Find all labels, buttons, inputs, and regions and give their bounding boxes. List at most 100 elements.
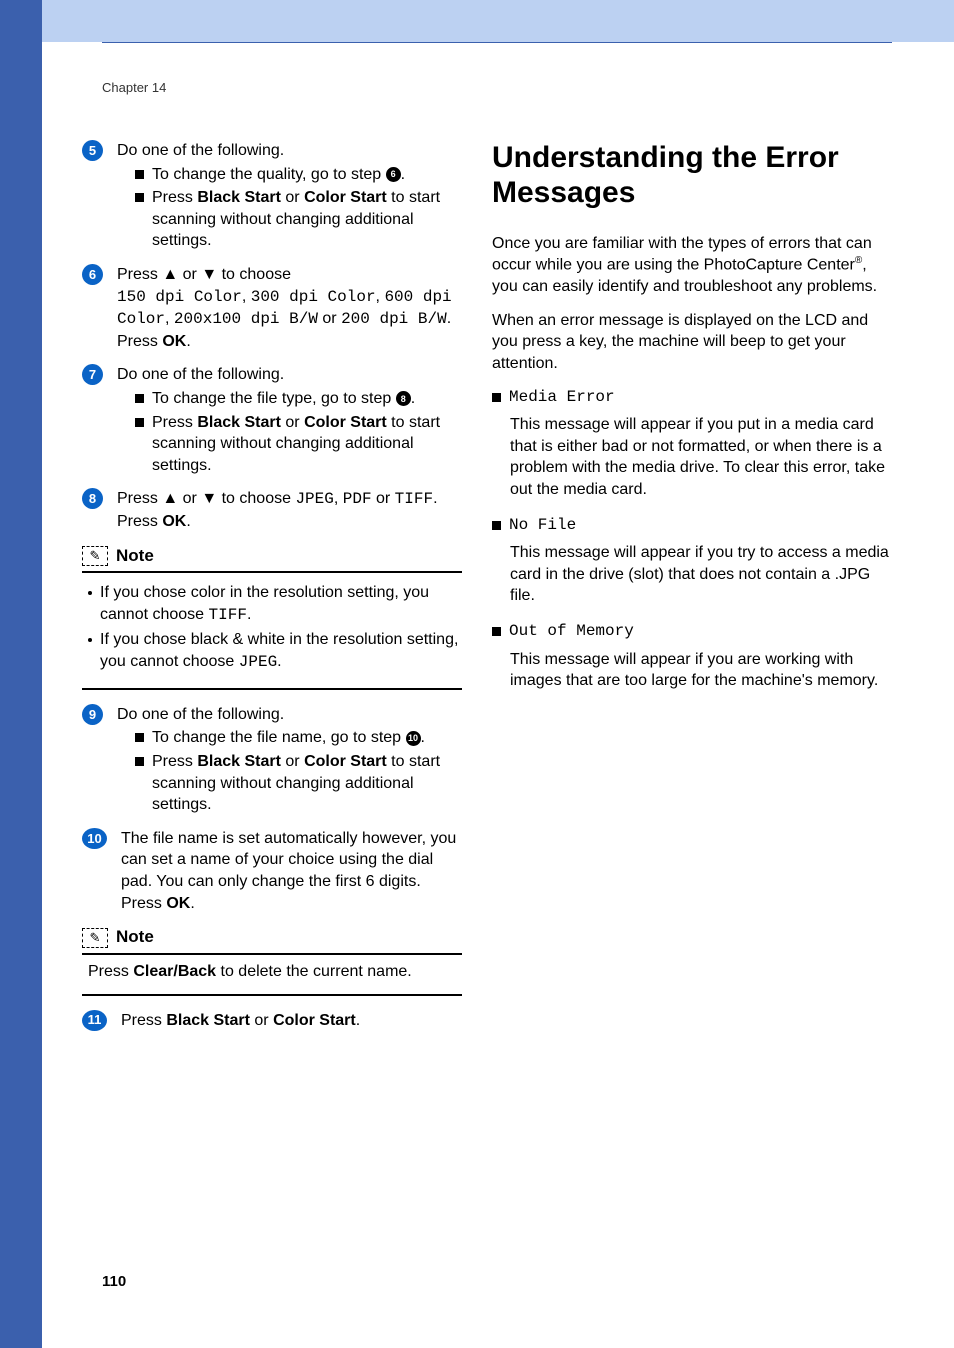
down-arrow-icon: ▼ <box>201 266 217 283</box>
bullet-dot-icon <box>88 638 92 642</box>
text: Once you are familiar with the types of … <box>492 235 872 274</box>
text: to choose <box>217 490 295 507</box>
step-9-opt-a: To change the file name, go to step 10. <box>135 727 462 749</box>
step-5-intro: Do one of the following. <box>117 140 462 162</box>
tiff-label: TIFF <box>209 606 247 624</box>
error-oom: Out of Memory <box>492 621 892 643</box>
bullet-square-icon <box>135 193 144 202</box>
text: or <box>178 490 201 507</box>
step-10-body: The file name is set automatically howev… <box>121 828 462 914</box>
bullet-square-icon <box>135 733 144 742</box>
step-5: 5 Do one of the following. To change the… <box>82 140 462 252</box>
note-rule <box>82 688 462 690</box>
page-number: 110 <box>102 1273 126 1290</box>
step-9-opt-b: Press Black Start or Color Start to star… <box>135 751 462 816</box>
text: or <box>281 189 304 206</box>
option-tiff: TIFF <box>395 490 433 508</box>
text: . <box>186 513 190 530</box>
error-name: Media Error <box>509 387 615 409</box>
color-start-label: Color Start <box>273 1012 356 1029</box>
step-7-opt-b: Press Black Start or Color Start to star… <box>135 412 462 477</box>
step-badge-5: 5 <box>82 140 103 161</box>
text: . <box>356 1012 360 1029</box>
step-badge-10: 10 <box>82 828 107 849</box>
text: . <box>433 490 437 507</box>
left-column: 5 Do one of the following. To change the… <box>82 140 462 1043</box>
black-start-label: Black Start <box>197 189 281 206</box>
intro-paragraph-1: Once you are familiar with the types of … <box>492 233 892 298</box>
note-2: ✎ Note Press Clear/Back to delete the cu… <box>82 926 462 996</box>
text: to delete the current name. <box>216 963 412 980</box>
text: or <box>281 414 304 431</box>
step-badge-6: 6 <box>82 264 103 285</box>
error-body: This message will appear if you are work… <box>492 643 892 702</box>
text: or <box>372 490 395 507</box>
bullet-square-icon <box>135 394 144 403</box>
text: Press <box>117 333 162 350</box>
bullet-square-icon <box>492 393 501 402</box>
step-7: 7 Do one of the following. To change the… <box>82 364 462 476</box>
step-9-intro: Do one of the following. <box>117 704 462 726</box>
step-5-opt-a: To change the quality, go to step 6. <box>135 164 462 186</box>
header-rule <box>102 42 892 43</box>
step-5-body: Do one of the following. To change the q… <box>117 140 462 252</box>
text: Press <box>117 490 162 507</box>
step-ref-10-icon: 10 <box>406 731 421 746</box>
jpeg-label: JPEG <box>239 653 277 671</box>
note-title: Note <box>116 545 154 568</box>
text: , <box>242 288 251 305</box>
option-jpeg: JPEG <box>295 490 333 508</box>
step-9-body: Do one of the following. To change the f… <box>117 704 462 816</box>
error-body: This message will appear if you put in a… <box>492 408 892 510</box>
step-badge-11: 11 <box>82 1010 107 1031</box>
clear-back-label: Clear/Back <box>133 963 216 980</box>
step-badge-7: 7 <box>82 364 103 385</box>
error-nofile: No File <box>492 515 892 537</box>
text: . <box>447 310 451 327</box>
text: To change the file type, go to step <box>152 390 396 407</box>
down-arrow-icon: ▼ <box>201 490 217 507</box>
text: , <box>165 310 174 327</box>
step-7-opt-a: To change the file type, go to step 8. <box>135 388 462 410</box>
note-icon: ✎ <box>82 546 108 566</box>
header-band <box>0 0 954 42</box>
text: . <box>421 729 425 746</box>
text: to choose <box>217 266 291 283</box>
text: Press <box>88 963 133 980</box>
color-start-label: Color Start <box>304 753 387 770</box>
text: Press <box>152 189 197 206</box>
step-10: 10 The file name is set automatically ho… <box>82 828 462 914</box>
section-heading: Understanding the Error Messages <box>492 140 892 211</box>
text: , <box>334 490 343 507</box>
black-start-label: Black Start <box>166 1012 250 1029</box>
error-list: Media Error This message will appear if … <box>492 387 892 702</box>
up-arrow-icon: ▲ <box>162 266 178 283</box>
error-name: Out of Memory <box>509 621 634 643</box>
step-7-body: Do one of the following. To change the f… <box>117 364 462 476</box>
note-2-body: Press Clear/Back to delete the current n… <box>82 955 462 991</box>
text: Press <box>117 513 162 530</box>
bullet-dot-icon <box>88 591 92 595</box>
option-150-color: 150 dpi Color <box>117 288 242 306</box>
step-badge-8: 8 <box>82 488 103 509</box>
note-icon: ✎ <box>82 928 108 948</box>
text: . <box>411 390 415 407</box>
text: . <box>186 333 190 350</box>
bullet-square-icon <box>492 521 501 530</box>
text: . <box>401 166 405 183</box>
step-ref-8-icon: 8 <box>396 391 411 406</box>
ok-label: OK <box>162 333 186 350</box>
text: . <box>190 895 194 912</box>
text: To change the file name, go to step <box>152 729 406 746</box>
color-start-label: Color Start <box>304 189 387 206</box>
text: or <box>281 753 304 770</box>
step-6-body: Press ▲ or ▼ to choose 150 dpi Color, 30… <box>117 264 462 352</box>
text: or <box>250 1012 273 1029</box>
text: Press <box>117 266 162 283</box>
error-media: Media Error <box>492 387 892 409</box>
page: Chapter 14 5 Do one of the following. To… <box>0 0 954 1348</box>
black-start-label: Black Start <box>197 414 281 431</box>
option-200-bw: 200 dpi B/W <box>341 310 447 328</box>
right-column: Understanding the Error Messages Once yo… <box>492 140 892 702</box>
note-rule <box>82 994 462 996</box>
